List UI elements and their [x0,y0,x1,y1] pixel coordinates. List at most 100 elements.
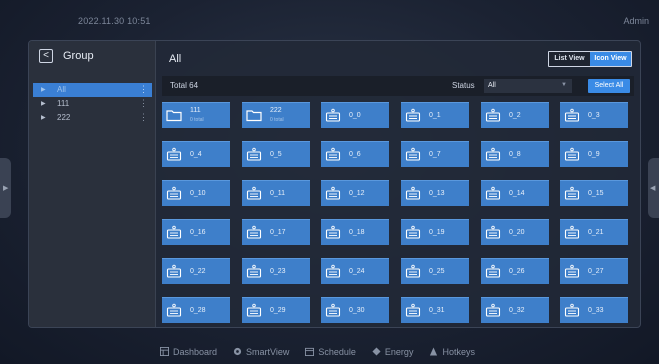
tree-item-222[interactable]: ▶ 222 ⋮ [33,111,152,125]
group-tile[interactable]: 111 0 total [162,102,230,128]
group-panel: < Group ▶ All ⋮ ▶ 111 ⋮ ▶ 222 ⋮ All List View Ic… [28,40,641,328]
nav-label: SmartView [246,347,290,357]
device-tile[interactable]: 0_13 [401,180,469,206]
tile-name: 0_31 [429,307,445,314]
hotkeys-icon [429,346,438,358]
device-tile[interactable]: 0_32 [481,297,549,323]
group-tile[interactable]: 222 0 total [242,102,310,128]
status-select[interactable]: All ▼ [484,79,572,93]
device-tile[interactable]: 0_29 [242,297,310,323]
device-tile[interactable]: 0_3 [560,102,628,128]
device-tile[interactable]: 0_30 [321,297,389,323]
tile-name: 0_21 [588,229,604,236]
tile-name: 0_18 [349,229,365,236]
nav-label: Hotkeys [442,347,475,357]
display-device-icon [564,225,580,239]
tree-item-all[interactable]: ▶ All ⋮ [33,83,152,97]
device-tile[interactable]: 0_16 [162,219,230,245]
device-tile[interactable]: 0_23 [242,258,310,284]
group-title: Group [63,50,94,62]
tree-item-label: 111 [57,99,70,108]
device-tile[interactable]: 0_21 [560,219,628,245]
device-tile[interactable]: 0_4 [162,141,230,167]
device-tile[interactable]: 0_8 [481,141,549,167]
tile-name: 0_33 [588,307,604,314]
device-tile[interactable]: 0_25 [401,258,469,284]
device-tile[interactable]: 0_19 [401,219,469,245]
device-tile[interactable]: 0_5 [242,141,310,167]
more-options-icon[interactable]: ⋮ [139,112,148,123]
device-tile[interactable]: 0_17 [242,219,310,245]
device-tile[interactable]: 0_26 [481,258,549,284]
device-tile[interactable]: 0_11 [242,180,310,206]
device-tile[interactable]: 0_33 [560,297,628,323]
user-name[interactable]: Admin [623,16,649,26]
smartview-icon [233,347,242,358]
display-device-icon [485,108,501,122]
schedule-icon [305,347,315,358]
display-device-icon [246,186,262,200]
device-tile[interactable]: 0_14 [481,180,549,206]
device-tile[interactable]: 0_9 [560,141,628,167]
nav-smartview[interactable]: SmartView [233,345,289,359]
display-device-icon [246,225,262,239]
device-tile[interactable]: 0_18 [321,219,389,245]
nav-schedule[interactable]: Schedule [305,345,356,359]
tile-name: 0_8 [509,151,521,158]
more-options-icon[interactable]: ⋮ [139,98,148,109]
device-tile[interactable]: 0_31 [401,297,469,323]
tile-name: 0_9 [588,151,600,158]
tree-item-111[interactable]: ▶ 111 ⋮ [33,97,152,111]
tile-name: 0_25 [429,268,445,275]
device-tile[interactable]: 0_6 [321,141,389,167]
display-device-icon [325,264,341,278]
expand-arrow-icon[interactable]: ▶ [41,86,46,93]
expand-arrow-icon[interactable]: ▶ [41,114,46,121]
tile-count: 0 total [190,117,204,123]
tile-name: 0_24 [349,268,365,275]
page-title: All [169,53,182,65]
tile-name: 0_10 [190,190,206,197]
tile-name: 0_6 [349,151,361,158]
display-device-icon [325,303,341,317]
display-device-icon [564,264,580,278]
display-device-icon [485,147,501,161]
device-tile[interactable]: 0_1 [401,102,469,128]
tile-name: 0_28 [190,307,206,314]
nav-hotkeys[interactable]: Hotkeys [429,345,475,359]
device-tile[interactable]: 0_2 [481,102,549,128]
display-device-icon [564,303,580,317]
select-all-button[interactable]: Select All [588,79,630,93]
device-tile[interactable]: 0_10 [162,180,230,206]
device-tile[interactable]: 0_7 [401,141,469,167]
icon-view-button[interactable]: Icon View [590,52,631,66]
device-tile[interactable]: 0_24 [321,258,389,284]
more-options-icon[interactable]: ⋮ [139,84,148,95]
nav-label: Schedule [318,347,356,357]
right-drawer-handle[interactable]: ◀ [648,158,659,218]
display-device-icon [325,225,341,239]
device-tile[interactable]: 0_28 [162,297,230,323]
back-button[interactable]: < [39,49,53,63]
expand-arrow-icon[interactable]: ▶ [41,100,46,107]
device-tile[interactable]: 0_22 [162,258,230,284]
display-device-icon [246,303,262,317]
status-label: Status [452,81,475,90]
tile-name: 0_15 [588,190,604,197]
left-drawer-handle[interactable]: ▶ [0,158,11,218]
status-value: All [488,82,496,89]
device-tile[interactable]: 0_0 [321,102,389,128]
nav-energy[interactable]: Energy [372,345,413,359]
folder-icon [166,108,182,122]
device-tile[interactable]: 0_15 [560,180,628,206]
device-tile[interactable]: 0_20 [481,219,549,245]
tile-name: 0_0 [349,112,361,119]
display-device-icon [405,108,421,122]
nav-dashboard[interactable]: Dashboard [160,345,217,359]
device-tile[interactable]: 0_12 [321,180,389,206]
list-view-button[interactable]: List View [549,52,590,66]
device-grid: 111 0 total 222 0 total 0_0 0_1 0_2 0_3 0_4 0_5 0_… [162,102,636,327]
view-toggle: List View Icon View [548,51,632,67]
device-tile[interactable]: 0_27 [560,258,628,284]
display-device-icon [564,147,580,161]
